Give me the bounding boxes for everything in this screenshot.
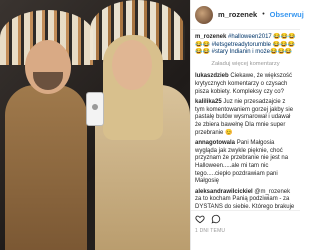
man-figure xyxy=(5,85,87,250)
speech-bubble-icon[interactable] xyxy=(211,211,221,229)
post-sidebar: m_rozenek • Obserwuj m_rozenek #hallowee… xyxy=(190,0,304,250)
load-more-comments-link[interactable]: Załaduj więcej komentarzy xyxy=(195,61,296,69)
post-date: 1 DNI TEMU xyxy=(195,228,226,234)
comment-item: kalilika25 Juz nie przesadzajcie z tym k… xyxy=(195,99,296,137)
comment-item: aleksandrawilcickiel @m_rozenek za to ko… xyxy=(195,189,296,210)
post-photo[interactable] xyxy=(0,0,190,250)
comment-item: lukaszdzieb Ciekawe, że większość krytyc… xyxy=(195,73,296,96)
comment-username[interactable]: annagotowala xyxy=(195,140,235,146)
comment-username[interactable]: lukaszdzieb xyxy=(195,73,229,79)
heart-outline-icon[interactable] xyxy=(195,211,205,229)
phone-in-hand xyxy=(86,92,104,126)
action-icons xyxy=(195,214,296,226)
comment-username[interactable]: aleksandrawilcickiel xyxy=(195,189,253,195)
caption-username[interactable]: m_rozenek xyxy=(195,34,226,40)
comment-text: Pani Małgosia wygląda jak zwykle pięknie… xyxy=(195,140,289,185)
comments-section: m_rozenek #halloween2017 😂😂😂😂😂 #letsgetr… xyxy=(191,30,300,210)
avatar[interactable] xyxy=(195,5,213,24)
separator-dot: • xyxy=(262,11,265,18)
instagram-post: m_rozenek • Obserwuj m_rozenek #hallowee… xyxy=(0,0,304,250)
caption-tags[interactable]: #letsgetreadytorumble 😂😂😂😂😂 #stary India… xyxy=(195,42,295,56)
comment-username[interactable]: kalilika25 xyxy=(195,99,222,105)
header-username[interactable]: m_rozenek xyxy=(218,10,257,19)
post-actions: 1 DNI TEMU xyxy=(191,210,300,250)
follow-button[interactable]: Obserwuj xyxy=(270,10,304,19)
caption-hashtag[interactable]: #halloween2017 xyxy=(228,34,272,40)
post-header: m_rozenek • Obserwuj xyxy=(191,0,304,30)
comment-item: annagotowala Pani Małgosia wygląda jak z… xyxy=(195,140,296,186)
woman-head xyxy=(112,40,152,90)
caption: m_rozenek #halloween2017 😂😂😂😂😂 #letsgetr… xyxy=(195,34,296,57)
apple-logo-icon xyxy=(92,104,98,110)
